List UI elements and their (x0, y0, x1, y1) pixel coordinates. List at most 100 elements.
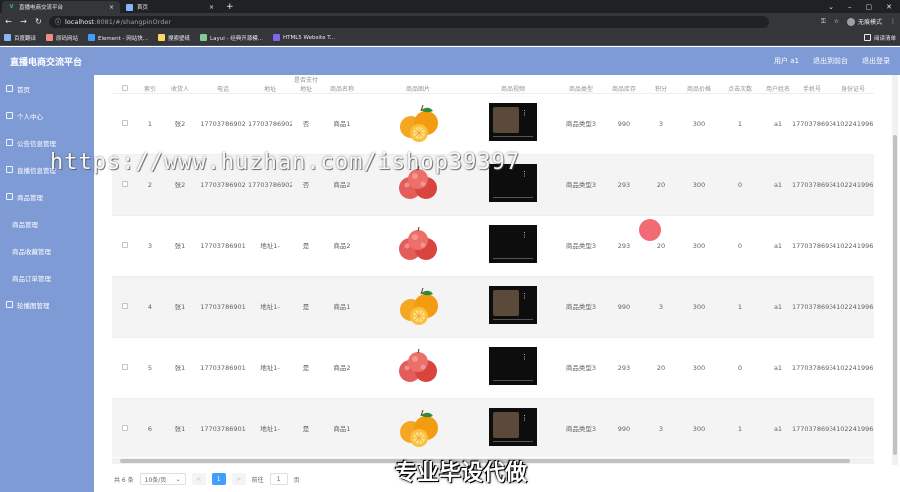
receiver-cell: 张1 (162, 215, 198, 277)
row-checkbox[interactable] (122, 119, 128, 126)
next-page-button[interactable]: > (231, 473, 246, 485)
row-select-cell[interactable] (112, 398, 138, 457)
product-name-cell: 商品2 (320, 337, 364, 399)
product-video-cell[interactable]: ⋮ (472, 215, 554, 277)
scroll-thumb[interactable] (893, 135, 897, 455)
page-number-current[interactable]: 1 (211, 473, 226, 485)
close-tab-icon[interactable]: × (209, 4, 214, 11)
back-icon[interactable]: ← (4, 17, 13, 26)
clicks-cell: 0 (716, 154, 764, 216)
tab-title: 直播电商交流平台 (19, 5, 64, 11)
table-row[interactable]: 4 张1 17703786901 地址1- 是商品1 ⋮ 商品类型3 990 3 300 1 a1 17… (112, 276, 874, 338)
sidebar-subitem-orders[interactable]: 商品订单管理 (0, 264, 94, 291)
video-progress[interactable] (493, 380, 533, 381)
live-icon (6, 166, 13, 173)
more-options-icon[interactable]: ⋮ (521, 110, 528, 117)
site-icon (46, 34, 54, 41)
row-select-cell[interactable] (112, 337, 138, 399)
points-cell: 20 (640, 337, 682, 399)
row-checkbox[interactable] (122, 363, 128, 370)
product-video-cell[interactable]: ⋮ (472, 276, 554, 338)
sidebar-item-home[interactable]: 首页 (0, 75, 94, 102)
menu-icon[interactable]: ⋮ (890, 18, 896, 25)
video-progress[interactable] (493, 197, 533, 198)
logout-link[interactable]: 退出登录 (862, 56, 890, 66)
row-checkbox[interactable] (122, 180, 128, 187)
select-all-checkbox[interactable] (122, 85, 128, 91)
bookmark-item[interactable]: HTML5 Website T... (272, 34, 335, 41)
info-icon[interactable]: ⓘ (55, 17, 61, 26)
video-player[interactable]: ⋮ (489, 408, 537, 446)
index-cell: 6 (138, 398, 162, 457)
table-row[interactable]: 1 张2 17703786902 17703786902 否商品1 ⋮ 商品类型3 990 3 3… (112, 93, 874, 155)
points-cell: 3 (640, 93, 682, 155)
maximize-icon[interactable]: ▢ (866, 1, 873, 13)
bookmark-item[interactable]: 原码网站 (46, 34, 78, 42)
goto-page-input[interactable]: 1 (269, 473, 288, 485)
product-video-cell[interactable]: ⋮ (472, 398, 554, 457)
reading-list-button[interactable]: 阅读清单 (863, 34, 896, 42)
bookmark-item[interactable]: 百度翻译 (4, 34, 36, 42)
video-progress[interactable] (493, 319, 533, 320)
price-cell: 300 (682, 93, 716, 155)
row-checkbox[interactable] (122, 302, 128, 309)
more-options-icon[interactable]: ⋮ (521, 415, 528, 422)
more-options-icon[interactable]: ⋮ (521, 293, 528, 300)
video-progress[interactable] (493, 136, 533, 137)
vue-icon: V (9, 4, 14, 10)
bookmark-item[interactable]: Layui - 经典开源模... (200, 34, 263, 42)
row-select-cell[interactable] (112, 93, 138, 155)
new-tab-button[interactable]: + (220, 1, 240, 13)
forward-icon[interactable]: → (19, 17, 28, 26)
browser-tab[interactable]: 首页 × (120, 1, 220, 13)
prev-page-button[interactable]: < (191, 473, 206, 485)
sidebar-item-profile[interactable]: 个人中心 (0, 102, 94, 129)
minimize-icon[interactable]: – (848, 1, 852, 13)
main-content: 索引 收货人 电话 地址 是否支付地址 商品名称 商品图片 商品视频 商品类型 商品库存 积分 商品价… (94, 75, 900, 492)
profile-button[interactable]: 无痕模式 (846, 17, 882, 26)
video-player[interactable]: ⋮ (489, 286, 537, 324)
video-progress[interactable] (493, 258, 533, 259)
table-row[interactable]: 5 张1 17703786901 地址1- 是商品2 ⋮ 商品类型3 293 20 300 0 a1 1… (112, 337, 874, 399)
more-options-icon[interactable]: ⋮ (521, 354, 528, 361)
sidebar-item-products[interactable]: 商品管理 (0, 183, 94, 210)
vertical-scrollbar[interactable] (892, 75, 898, 465)
idcard-cell: 410224199610232001 (832, 93, 874, 155)
video-player[interactable]: ⋮ (489, 347, 537, 385)
column-header: 地址 (248, 75, 292, 94)
sidebar-subitem-products[interactable]: 商品管理 (0, 210, 94, 237)
select-all-header[interactable] (112, 75, 138, 94)
close-window-icon[interactable]: ✕ (886, 1, 892, 13)
video-player[interactable]: ⋮ (489, 225, 537, 263)
row-checkbox[interactable] (122, 424, 128, 431)
sidebar-item-carousel[interactable]: 轮播图管理 (0, 291, 94, 318)
index-cell: 4 (138, 276, 162, 338)
video-progress[interactable] (493, 441, 533, 442)
app-header: 直播电商交流平台 用户 a1 退出到前台 退出登录 (0, 47, 900, 75)
more-options-icon[interactable]: ⋮ (521, 171, 528, 178)
video-player[interactable]: ⋮ (489, 103, 537, 141)
sidebar-subitem-favorites[interactable]: 商品收藏管理 (0, 237, 94, 264)
chevron-down-icon[interactable]: ⌄ (828, 1, 834, 13)
front-site-link[interactable]: 退出到前台 (813, 56, 848, 66)
table-row[interactable]: 6 张1 17703786901 地址1- 是商品1 ⋮ 商品类型3 990 3 300 1 a1 17… (112, 398, 874, 457)
url-bar[interactable]: ⓘ localhost:8081/#/shangpinOrder (49, 15, 769, 28)
table-row[interactable]: 3 张1 17703786901 地址1- 是商品2 ⋮ 商品类型3 293 20 300 0 a1 1… (112, 215, 874, 277)
row-select-cell[interactable] (112, 276, 138, 338)
key-icon[interactable]: ⚿ (821, 18, 826, 26)
close-tab-icon[interactable]: × (109, 4, 114, 11)
bookmark-item[interactable]: 搜索壁纸 (158, 34, 190, 42)
more-options-icon[interactable]: ⋮ (521, 232, 528, 239)
mobile-cell: 17703786931 (792, 337, 832, 399)
star-icon[interactable]: ☆ (834, 18, 839, 25)
reload-icon[interactable]: ↻ (34, 17, 43, 26)
page-size-select[interactable]: 10条/页 ⌄ (139, 473, 186, 485)
product-video-cell[interactable]: ⋮ (472, 337, 554, 399)
browser-tab-active[interactable]: V 直播电商交流平台 × (2, 1, 120, 13)
row-select-cell[interactable] (112, 215, 138, 277)
html5-icon (272, 34, 280, 41)
bookmark-item[interactable]: Element - 网站快... (88, 34, 148, 42)
product-video-cell[interactable]: ⋮ (472, 93, 554, 155)
row-checkbox[interactable] (122, 241, 128, 248)
column-header: 商品价格 (682, 75, 716, 94)
